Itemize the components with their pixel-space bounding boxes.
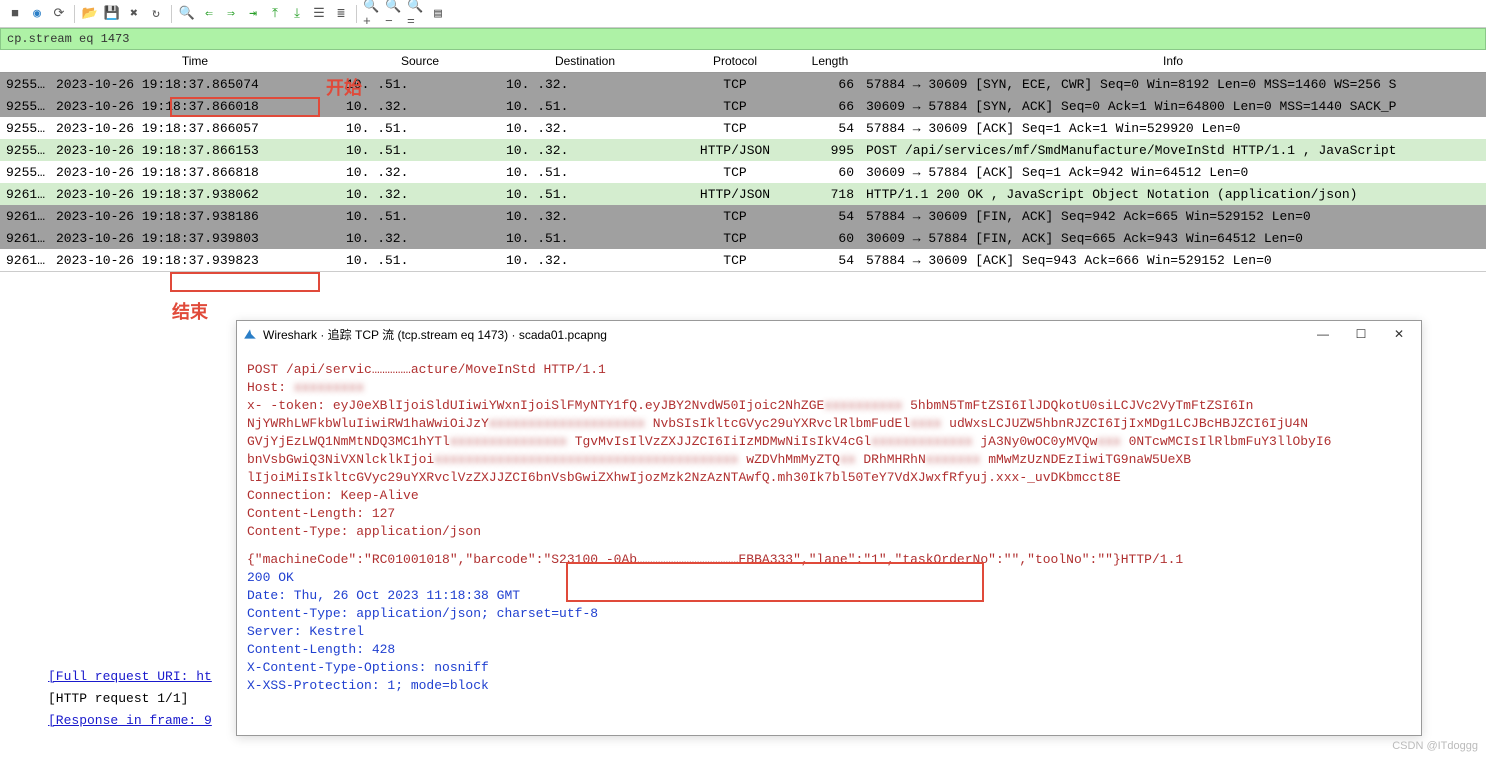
resize-cols-icon[interactable]: ▤ <box>429 5 447 23</box>
col-protocol[interactable]: Protocol <box>670 50 800 72</box>
col-source[interactable]: Source <box>340 50 500 72</box>
col-info[interactable]: Info <box>860 50 1486 72</box>
wireshark-icon <box>243 327 257 341</box>
annotation-start: 开始 <box>326 74 362 100</box>
display-filter-input[interactable]: cp.stream eq 1473 <box>0 28 1486 50</box>
watermark: CSDN @ITdoggg <box>1392 740 1478 752</box>
zoom-reset-icon[interactable]: 🔍= <box>407 5 425 23</box>
stop-icon[interactable]: ■ <box>6 5 24 23</box>
http-request-label: [HTTP request 1/1] <box>48 688 212 710</box>
zoom-in-icon[interactable]: 🔍+ <box>363 5 381 23</box>
record-icon[interactable]: ◉ <box>28 5 46 23</box>
packet-row[interactable]: 9261…2023-10-26 19:18:37.93980310. .32.1… <box>0 227 1486 249</box>
main-toolbar: ■ ◉ ⟳ 📂 💾 ✖ ↻ 🔍 ⇐ ⇒ ⇥ ⤒ ⤓ ☰ ≣ 🔍+ 🔍− 🔍= ▤ <box>0 0 1486 28</box>
goto-top-icon[interactable]: ⤒ <box>266 5 284 23</box>
jump-icon[interactable]: ⇥ <box>244 5 262 23</box>
close-icon[interactable]: ✖ <box>125 5 143 23</box>
full-request-uri-link[interactable]: [Full request URI: ht <box>48 666 212 688</box>
col-destination[interactable]: Destination <box>500 50 670 72</box>
response-in-frame-link[interactable]: [Response in frame: 9 <box>48 710 212 732</box>
find-icon[interactable]: 🔍 <box>178 5 196 23</box>
maximize-button[interactable]: ☐ <box>1345 324 1377 344</box>
back-icon[interactable]: ⇐ <box>200 5 218 23</box>
colorize-icon[interactable]: ≣ <box>332 5 350 23</box>
col-time[interactable]: Time <box>50 50 340 72</box>
open-icon[interactable]: 📂 <box>81 5 99 23</box>
packet-row[interactable]: 9255…2023-10-26 19:18:37.86681810. .32.1… <box>0 161 1486 183</box>
packet-row[interactable]: 9261…2023-10-26 19:18:37.93818610. .51.1… <box>0 205 1486 227</box>
forward-icon[interactable]: ⇒ <box>222 5 240 23</box>
restart-icon[interactable]: ⟳ <box>50 5 68 23</box>
packet-row[interactable]: 9261…2023-10-26 19:18:37.93982310. .51.1… <box>0 249 1486 271</box>
packet-row[interactable]: 9255…2023-10-26 19:18:37.86601810. .32.1… <box>0 95 1486 117</box>
follow-window-title: Wireshark · 追踪 TCP 流 (tcp.stream eq 1473… <box>263 326 607 343</box>
packet-details-links: [Full request URI: ht [HTTP request 1/1]… <box>48 666 212 732</box>
col-length[interactable]: Length <box>800 50 860 72</box>
annotation-end: 结束 <box>172 298 208 324</box>
reload-icon[interactable]: ↻ <box>147 5 165 23</box>
zoom-out-icon[interactable]: 🔍− <box>385 5 403 23</box>
packet-list: Time Source Destination Protocol Length … <box>0 50 1486 272</box>
packet-row[interactable]: 9255…2023-10-26 19:18:37.86507410. .51.1… <box>0 73 1486 95</box>
packet-row[interactable]: 9261…2023-10-26 19:18:37.93806210. .32.1… <box>0 183 1486 205</box>
autoscroll-icon[interactable]: ☰ <box>310 5 328 23</box>
packet-row[interactable]: 9255…2023-10-26 19:18:37.86615310. .51.1… <box>0 139 1486 161</box>
goto-bottom-icon[interactable]: ⤓ <box>288 5 306 23</box>
follow-stream-content[interactable]: POST /api/servic……………acture/MoveInStd HT… <box>237 347 1421 703</box>
save-icon[interactable]: 💾 <box>103 5 121 23</box>
minimize-button[interactable]: — <box>1307 324 1339 344</box>
packet-header: Time Source Destination Protocol Length … <box>0 50 1486 73</box>
packet-row[interactable]: 9255…2023-10-26 19:18:37.86605710. .51.1… <box>0 117 1486 139</box>
close-button[interactable]: ✕ <box>1383 324 1415 344</box>
follow-tcp-stream-window: Wireshark · 追踪 TCP 流 (tcp.stream eq 1473… <box>236 320 1422 736</box>
